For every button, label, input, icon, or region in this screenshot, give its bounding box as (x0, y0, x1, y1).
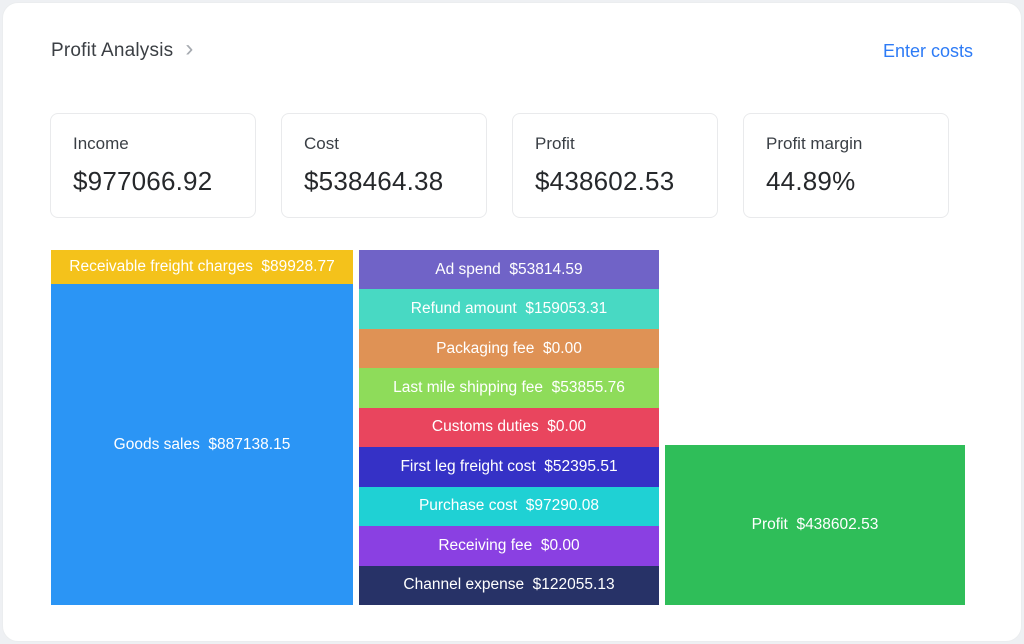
bar-segment-cost-7: Receiving fee $0.00 (359, 526, 659, 565)
profit-column: Profit $438602.53 (665, 250, 965, 605)
bar-segment-label: Channel expense $122055.13 (403, 576, 614, 594)
bar-segment-cost-4: Customs duties $0.00 (359, 408, 659, 447)
profit-waterfall-chart: Receivable freight charges $89928.77 Good… (3, 250, 1022, 605)
cost-column: Ad spend $53814.59 Refund amount $159053.… (359, 250, 659, 605)
bar-segment-cost-8: Channel expense $122055.13 (359, 566, 659, 605)
cost-card-label: Cost (304, 134, 464, 154)
bar-segment-profit-0: Profit $438602.53 (665, 445, 965, 605)
panel-header: Profit Analysis › Enter costs (3, 3, 1021, 99)
bar-segment-label: Purchase cost $97290.08 (419, 497, 599, 515)
enter-costs-link[interactable]: Enter costs (883, 41, 973, 62)
bar-segment-cost-1: Refund amount $159053.31 (359, 289, 659, 328)
profit-margin-card-label: Profit margin (766, 134, 926, 154)
bar-segment-income-1: Goods sales $887138.15 (51, 284, 353, 605)
summary-cards-row: Income $977066.92 Cost $538464.38 Profit… (50, 113, 949, 218)
bar-segment-label: First leg freight cost $52395.51 (400, 458, 617, 476)
bar-segment-cost-5: First leg freight cost $52395.51 (359, 447, 659, 486)
profit-analysis-panel: Profit Analysis › Enter costs Income $97… (2, 2, 1022, 642)
bar-segment-label: Profit $438602.53 (752, 516, 879, 534)
cost-card: Cost $538464.38 (281, 113, 487, 218)
profit-margin-card: Profit margin 44.89% (743, 113, 949, 218)
bar-segment-cost-3: Last mile shipping fee $53855.76 (359, 368, 659, 407)
income-card-value: $977066.92 (73, 166, 233, 197)
income-card-label: Income (73, 134, 233, 154)
chevron-right-icon: › (185, 37, 193, 61)
income-column: Receivable freight charges $89928.77 Good… (51, 250, 353, 605)
bar-segment-label: Customs duties $0.00 (432, 418, 586, 436)
bar-segment-label: Receivable freight charges $89928.77 (69, 258, 334, 276)
profit-card: Profit $438602.53 (512, 113, 718, 218)
bar-segment-label: Receiving fee $0.00 (438, 537, 579, 555)
bar-segment-label: Goods sales $887138.15 (114, 436, 291, 454)
bar-segment-label: Refund amount $159053.31 (411, 300, 608, 318)
page-title: Profit Analysis (51, 40, 173, 62)
profit-card-value: $438602.53 (535, 166, 695, 197)
profit-analysis-breadcrumb[interactable]: Profit Analysis › (51, 39, 193, 63)
bar-segment-label: Last mile shipping fee $53855.76 (393, 379, 625, 397)
income-card: Income $977066.92 (50, 113, 256, 218)
bar-segment-label: Ad spend $53814.59 (435, 261, 582, 279)
bar-segment-cost-0: Ad spend $53814.59 (359, 250, 659, 289)
cost-card-value: $538464.38 (304, 166, 464, 197)
profit-card-label: Profit (535, 134, 695, 154)
bar-segment-label: Packaging fee $0.00 (436, 340, 582, 358)
bar-segment-income-0: Receivable freight charges $89928.77 (51, 250, 353, 284)
profit-margin-card-value: 44.89% (766, 166, 926, 197)
bar-segment-cost-6: Purchase cost $97290.08 (359, 487, 659, 526)
bar-segment-cost-2: Packaging fee $0.00 (359, 329, 659, 368)
